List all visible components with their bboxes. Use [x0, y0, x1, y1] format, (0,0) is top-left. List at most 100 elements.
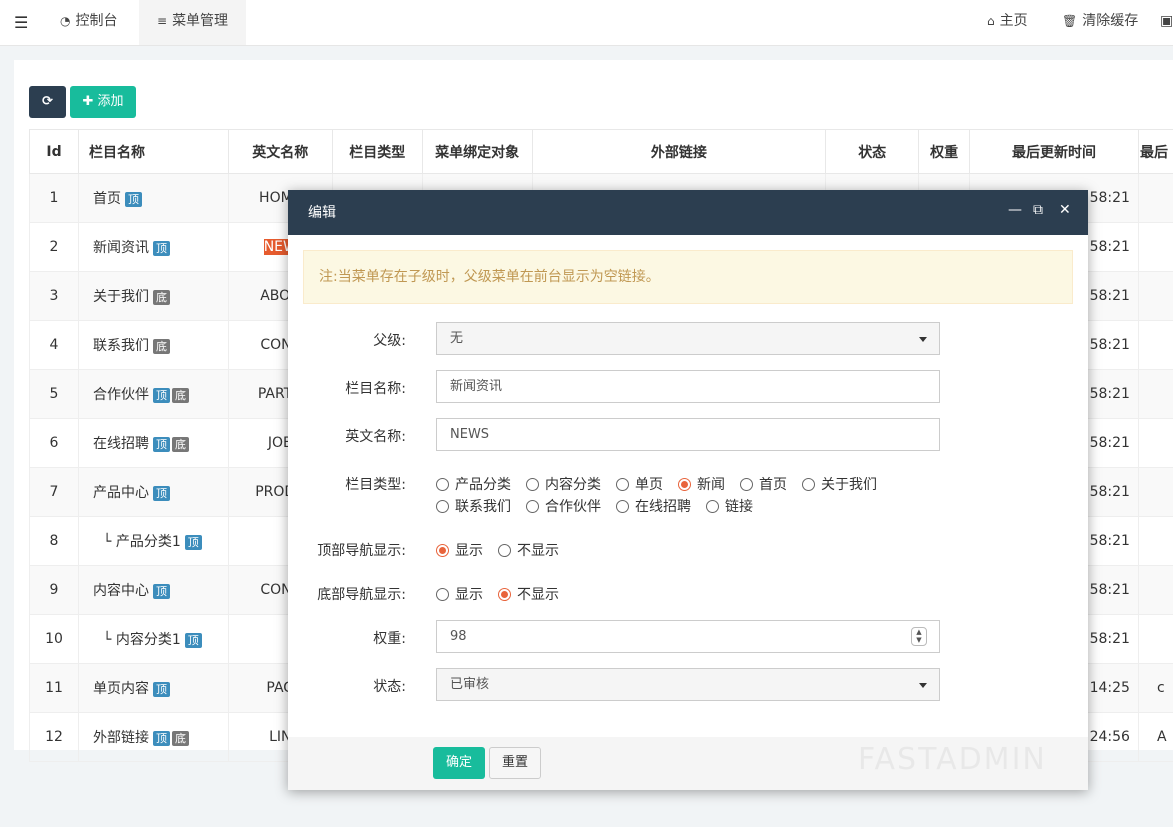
dashboard-icon: ◔: [60, 14, 71, 28]
cell-name: 外部链接顶底: [77, 712, 229, 762]
bottom-badge: 底: [171, 730, 189, 746]
top-badge: 顶: [152, 730, 170, 746]
cell-last: [1137, 222, 1173, 272]
top-badge: 顶: [152, 583, 170, 599]
type-radio-single-page[interactable]: 单页: [616, 474, 663, 494]
header-last[interactable]: 最后: [1137, 129, 1173, 174]
cell-last: [1137, 418, 1173, 468]
parent-select[interactable]: 无: [436, 322, 940, 355]
home-link[interactable]: ⌂ 主页: [987, 0, 1028, 45]
header-weight[interactable]: 权重: [918, 129, 971, 174]
header-en-name[interactable]: 英文名称: [227, 129, 333, 174]
cell-id: 5: [29, 369, 79, 419]
cell-last: A: [1137, 712, 1173, 762]
cell-last: c: [1137, 663, 1173, 713]
cell-last: [1137, 467, 1173, 517]
header-type[interactable]: 栏目类型: [331, 129, 423, 174]
header-bind-object[interactable]: 菜单绑定对象: [421, 129, 533, 174]
type-radio-link[interactable]: 链接: [706, 496, 753, 516]
table-header-row: Id 栏目名称 英文名称 栏目类型 菜单绑定对象 外部链接 状态 权重 最后更新…: [29, 129, 1173, 174]
minimize-icon[interactable]: —: [1008, 202, 1022, 218]
dialog-titlebar[interactable]: 编辑 — ⧉ ✕: [288, 190, 1088, 235]
bottom-nav-hide-radio[interactable]: 不显示: [498, 584, 559, 604]
list-icon: ≡: [157, 14, 168, 28]
top-nav-show-radio[interactable]: 显示: [436, 540, 483, 560]
header-status[interactable]: 状态: [825, 129, 920, 174]
bottom-badge: 底: [152, 289, 170, 305]
top-nav-label: 顶部导航显示:: [317, 543, 406, 559]
cell-name: 单页内容顶: [77, 663, 229, 713]
cell-id: 7: [29, 467, 79, 517]
top-badge: 顶: [152, 485, 170, 501]
bottom-nav-label: 底部导航显示:: [317, 587, 406, 603]
type-radio-contact-us[interactable]: 联系我们: [436, 496, 511, 516]
top-badge: 顶: [152, 387, 170, 403]
type-radio-product-category[interactable]: 产品分类: [436, 474, 511, 494]
name-input[interactable]: 新闻资讯: [436, 370, 940, 403]
weight-input[interactable]: 98 ▲ ▼: [436, 620, 940, 653]
cell-id: 11: [29, 663, 79, 713]
cell-last: [1137, 614, 1173, 664]
header-updated-time[interactable]: 最后更新时间: [969, 129, 1139, 174]
type-radio-news[interactable]: 新闻: [678, 474, 725, 494]
tab-dashboard[interactable]: ◔ 控制台: [42, 0, 135, 45]
top-badge: 顶: [152, 436, 170, 452]
plus-icon: ✚: [82, 94, 98, 109]
clear-cache-button[interactable]: 🗑 清除缓存: [1062, 0, 1138, 45]
top-badge: 顶: [152, 240, 170, 256]
cell-id: 4: [29, 320, 79, 370]
cell-name: └ 内容分类1 顶: [77, 614, 229, 664]
cell-name: 合作伙伴顶底: [77, 369, 229, 419]
type-radio-home[interactable]: 首页: [740, 474, 787, 494]
top-badge: 顶: [152, 681, 170, 697]
cell-name: └ 产品分类1 顶: [77, 516, 229, 566]
home-icon: ⌂: [987, 14, 995, 28]
close-icon[interactable]: ✕: [1059, 202, 1071, 218]
dialog-footer: 确定 重置 FASTADMIN: [288, 737, 1088, 790]
header-id[interactable]: Id: [29, 129, 79, 174]
type-radio-about-us[interactable]: 关于我们: [802, 474, 877, 494]
header-name[interactable]: 栏目名称: [77, 129, 229, 174]
tab-menu-management[interactable]: ≡ 菜单管理: [139, 0, 247, 45]
bottom-nav-show-radio[interactable]: 显示: [436, 584, 483, 604]
top-navbar: ☰ ◔ 控制台 ≡ 菜单管理 ⌂ 主页 🗑 清除缓存 ▣: [0, 0, 1173, 46]
cell-last: [1137, 516, 1173, 566]
add-button[interactable]: ✚ 添加: [70, 86, 136, 118]
header-external-link[interactable]: 外部链接: [531, 129, 827, 174]
cell-id: 2: [29, 222, 79, 272]
type-radio-content-category[interactable]: 内容分类: [526, 474, 601, 494]
status-label: 状态:: [373, 679, 406, 695]
confirm-button[interactable]: 确定: [433, 747, 485, 779]
stepper-icon[interactable]: ▲ ▼: [911, 627, 927, 646]
watermark-logo: FASTADMIN: [858, 742, 1047, 777]
cell-last: [1137, 565, 1173, 615]
trash-icon: 🗑: [1062, 14, 1078, 28]
fullscreen-icon[interactable]: ▣: [1160, 0, 1173, 45]
cell-name: 关于我们底: [77, 271, 229, 321]
maximize-icon[interactable]: ⧉: [1033, 202, 1043, 218]
cell-name: 联系我们底: [77, 320, 229, 370]
cell-name: 在线招聘顶底: [77, 418, 229, 468]
refresh-button[interactable]: ⟳: [29, 86, 66, 118]
top-nav-hide-radio[interactable]: 不显示: [498, 540, 559, 560]
cell-name: 内容中心顶: [77, 565, 229, 615]
cell-last: [1137, 271, 1173, 321]
reset-button[interactable]: 重置: [489, 747, 541, 779]
cell-last: [1137, 369, 1173, 419]
top-badge: 顶: [184, 632, 202, 648]
type-radio-partners[interactable]: 合作伙伴: [526, 496, 601, 516]
en-name-input[interactable]: NEWS: [436, 418, 940, 451]
cell-name: 新闻资讯顶: [77, 222, 229, 272]
bottom-badge: 底: [171, 436, 189, 452]
cell-id: 9: [29, 565, 79, 615]
cell-id: 3: [29, 271, 79, 321]
cell-last: [1137, 320, 1173, 370]
bottom-badge: 底: [171, 387, 189, 403]
refresh-icon: ⟳: [42, 94, 53, 109]
hamburger-icon[interactable]: ☰: [14, 13, 28, 32]
top-badge: 顶: [184, 534, 202, 550]
status-select[interactable]: 已审核: [436, 668, 940, 701]
parent-label: 父级:: [373, 333, 406, 349]
cell-name: 首页顶: [77, 173, 229, 223]
type-radio-jobs[interactable]: 在线招聘: [616, 496, 691, 516]
